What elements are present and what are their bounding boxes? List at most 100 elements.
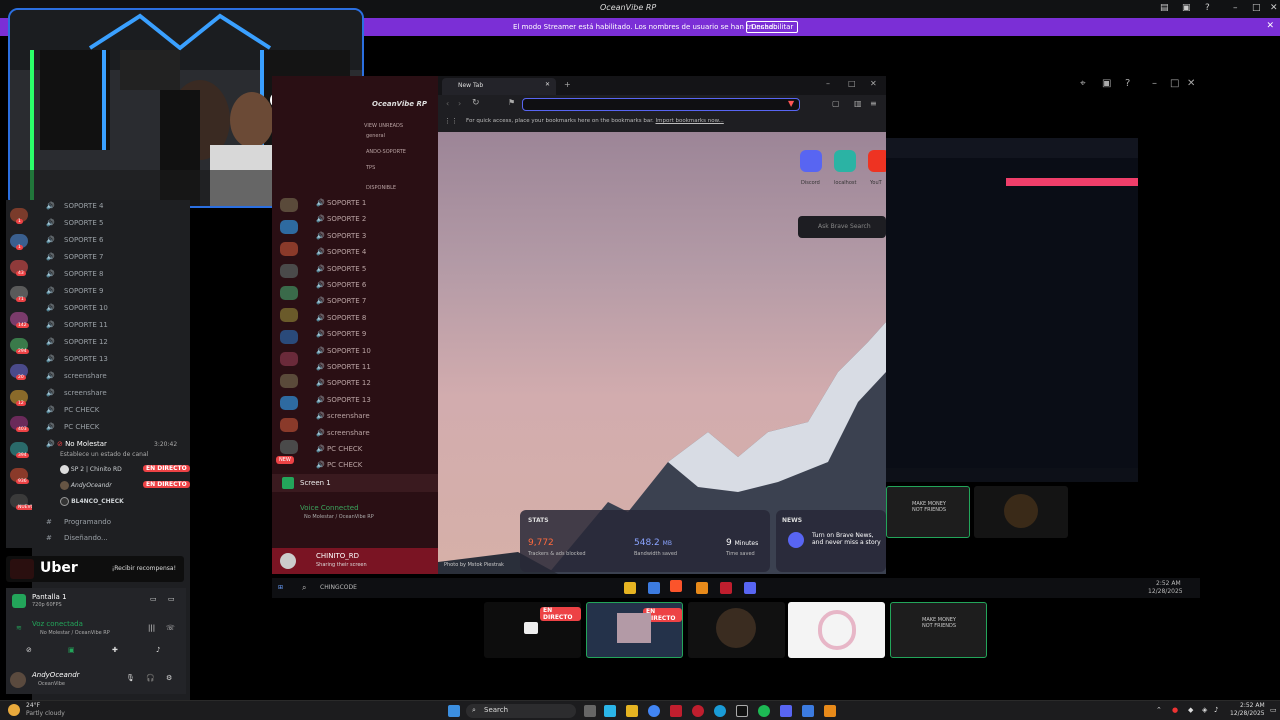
stream-thumbnail[interactable]	[788, 602, 885, 658]
stream-thumbnail[interactable]	[688, 602, 785, 658]
disconnect-icon[interactable]: ☏	[166, 624, 175, 632]
server-icon[interactable]: 43	[10, 260, 28, 276]
tray-chevron-icon[interactable]: ⌃	[1156, 706, 1162, 714]
voice-channel[interactable]: 🔊 SOPORTE 7	[316, 297, 366, 305]
apps-icon[interactable]: ⋮⋮	[444, 117, 458, 125]
mic-icon[interactable]: 🎙	[126, 674, 135, 682]
server-icon[interactable]: 403	[10, 416, 29, 432]
app-icon[interactable]	[824, 705, 836, 717]
pin-icon[interactable]: ⌖	[1080, 78, 1086, 89]
close-icon[interactable]: ✕	[870, 79, 877, 88]
menu-icon[interactable]: ≡	[870, 99, 877, 108]
widgets-icon[interactable]	[604, 705, 616, 717]
address-bar[interactable]	[522, 98, 800, 111]
voice-channel[interactable]: 🔊 SOPORTE 12	[46, 338, 108, 346]
voice-channel[interactable]: 🔊 SOPORTE 1	[316, 199, 366, 207]
server-icon[interactable]: 12	[10, 390, 28, 406]
text-channel-programando[interactable]: # Programando	[46, 518, 111, 526]
voice-channel[interactable]: 🔊 SOPORTE 6	[46, 236, 103, 244]
taskbar-search[interactable]: ⌕ Search	[466, 704, 576, 718]
voice-member-2[interactable]: AndyOceandr	[60, 481, 112, 490]
start-icon[interactable]: ⊞	[278, 584, 283, 591]
voice-channel[interactable]: 🔊 SOPORTE 13	[46, 355, 108, 363]
search-icon[interactable]: ⌕	[302, 583, 306, 593]
server-icon[interactable]: 71	[10, 286, 28, 302]
tab-close-icon[interactable]: ✕	[545, 81, 550, 88]
voice-channel[interactable]: 🔊 screenshare	[46, 389, 107, 397]
server-icon[interactable]	[280, 198, 298, 212]
server-icon[interactable]	[280, 330, 298, 344]
voice-channel[interactable]: 🔊 SOPORTE 8	[46, 270, 103, 278]
weather-icon[interactable]	[8, 704, 20, 716]
app-icon[interactable]	[736, 705, 748, 717]
voice-channel[interactable]: 🔊 SOPORTE 5	[316, 265, 366, 273]
back-icon[interactable]: ‹	[446, 99, 449, 108]
folder-icon[interactable]	[624, 582, 636, 594]
voice-channel[interactable]: 🔊 SOPORTE 11	[46, 321, 108, 329]
tab-new-tab[interactable]: New Tab ✕	[442, 78, 556, 95]
file-explorer-icon[interactable]	[626, 705, 638, 717]
avatar[interactable]	[280, 553, 296, 569]
app-icon[interactable]	[648, 582, 660, 594]
discord-tile[interactable]	[800, 150, 822, 172]
voice-channel[interactable]: 🔊 screenshare	[46, 372, 107, 380]
camera-off-icon[interactable]: ⊘	[26, 646, 32, 654]
network-icon[interactable]: ◈	[1202, 706, 1207, 714]
stream-thumbnail[interactable]: EN DIRECTO	[586, 602, 683, 658]
forward-icon[interactable]: ›	[458, 99, 461, 108]
channel-status-hint[interactable]: Establece un estado de canal	[60, 451, 148, 458]
voice-channel[interactable]: 🔊 SOPORTE 9	[46, 287, 103, 295]
avatar[interactable]	[10, 672, 26, 688]
start-icon[interactable]	[448, 705, 460, 717]
task-view-icon[interactable]	[584, 705, 596, 717]
voice-channel[interactable]: 🔊 PC CHECK	[46, 406, 99, 414]
username[interactable]: AndyOceandr	[32, 671, 80, 679]
voice-channel[interactable]: 🔊 SOPORTE 4	[316, 248, 366, 256]
minimize-icon[interactable]: –	[826, 79, 830, 88]
active-voice-channel[interactable]: 🔊 ⊘ No Molestar	[46, 440, 107, 448]
close-icon[interactable]: ✕	[1270, 3, 1278, 13]
discord-icon[interactable]	[780, 705, 792, 717]
server-icon[interactable]: 1	[10, 234, 28, 250]
voice-channel[interactable]: 🔊 SOPORTE 8	[316, 314, 366, 322]
server-icon[interactable]: 142	[10, 312, 29, 328]
server-icon[interactable]	[280, 286, 298, 300]
stream-thumbnail[interactable]: MAKE MONEY NOT FRIENDS	[890, 602, 987, 658]
discord-icon[interactable]	[744, 582, 756, 594]
server-icon[interactable]: 1	[10, 208, 28, 224]
close-icon[interactable]: ✕	[1187, 78, 1195, 89]
minimize-icon[interactable]: –	[1152, 78, 1157, 89]
new-tab-icon[interactable]: +	[564, 80, 571, 89]
volume-icon[interactable]: ♪	[1214, 706, 1218, 714]
participant-tile[interactable]: MAKE MONEY NOT FRIENDS	[886, 486, 970, 538]
server-icon[interactable]: 20	[10, 364, 28, 380]
help-icon[interactable]: ?	[1205, 3, 1210, 13]
server-icon[interactable]	[280, 308, 298, 322]
voice-channel[interactable]: 🔊 SOPORTE 3	[316, 232, 366, 240]
voice-channel[interactable]: 🔊 SOPORTE 10	[316, 347, 371, 355]
activities-icon[interactable]: ✚	[112, 646, 118, 654]
uber-promo[interactable]: Uber ¡Recibir recompensa!	[6, 556, 184, 582]
app-icon[interactable]	[802, 705, 814, 717]
spotify-icon[interactable]	[758, 705, 770, 717]
help-icon[interactable]: ?	[1125, 78, 1130, 89]
app-icon[interactable]	[696, 582, 708, 594]
participant-tile[interactable]	[974, 486, 1068, 538]
news-widget[interactable]: NEWS Turn on Brave News, and never miss …	[776, 510, 886, 572]
chrome-icon[interactable]	[648, 705, 660, 717]
import-bookmarks-link[interactable]: Import bookmarks now...	[656, 118, 724, 124]
soundboard-icon[interactable]: ♪	[156, 646, 160, 654]
share-screen-icon[interactable]: ▣	[68, 646, 75, 654]
localhost-tile[interactable]	[834, 150, 856, 172]
inner-search-text[interactable]: CHINGCODE	[320, 584, 357, 591]
server-icon[interactable]: 394	[10, 442, 29, 458]
server-icon[interactable]: 294	[10, 338, 29, 354]
voice-channel[interactable]: 🔊 SOPORTE 4	[46, 202, 103, 210]
server-icon[interactable]	[280, 352, 298, 366]
maximize-icon[interactable]: □	[1170, 78, 1179, 89]
tray-app-icon[interactable]: ◆	[1188, 706, 1193, 714]
text-channel-disenando[interactable]: # Diseñando...	[46, 534, 108, 542]
reload-icon[interactable]: ↻	[472, 98, 480, 108]
popout-icon[interactable]: ▣	[1102, 78, 1111, 89]
view-unreads[interactable]: VIEW UNREADS	[364, 123, 403, 129]
